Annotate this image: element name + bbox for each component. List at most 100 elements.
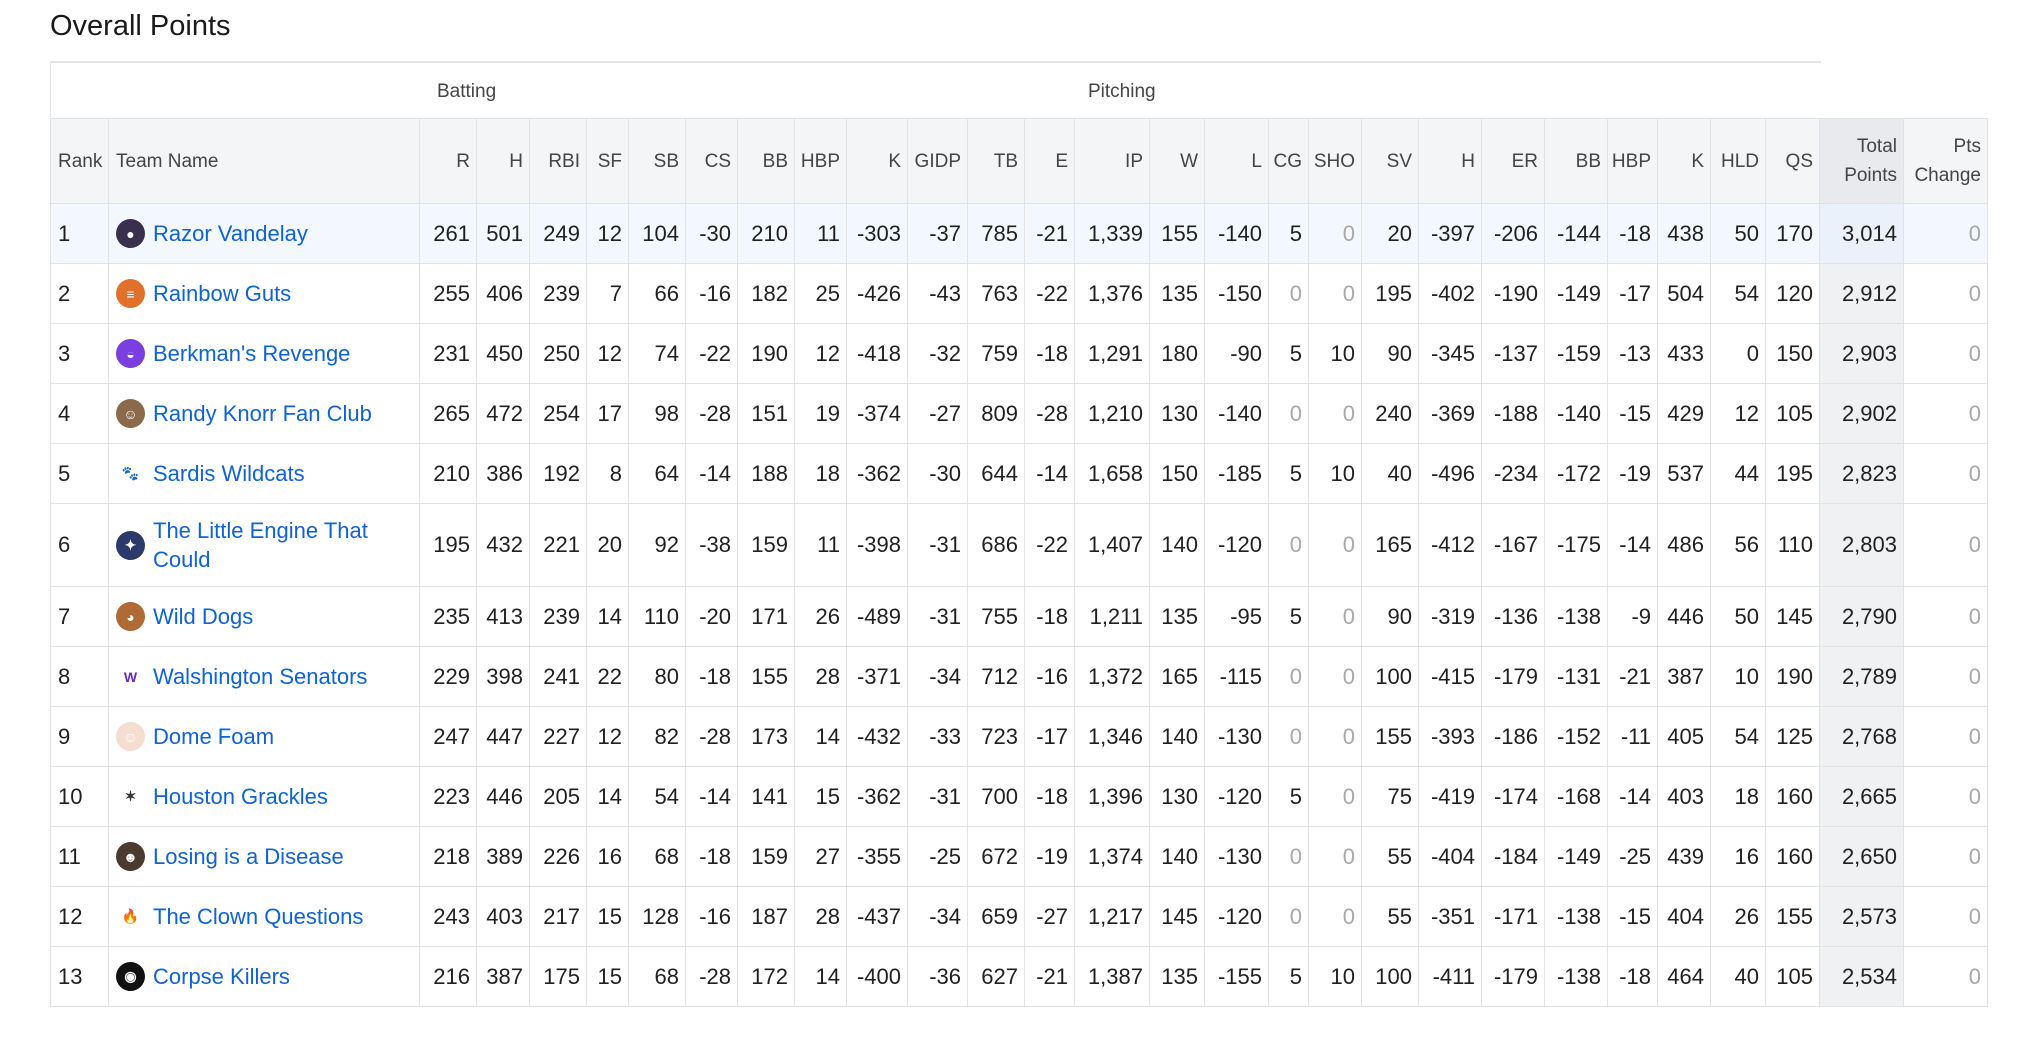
team-link[interactable]: The Clown Questions <box>153 902 363 931</box>
column-header-21[interactable]: ER <box>1481 118 1545 204</box>
stat-cell: -36 <box>907 946 968 1007</box>
stat-cell: -11 <box>1607 706 1658 767</box>
stat-cell: 20 <box>586 503 629 587</box>
column-header-17[interactable]: CG <box>1268 118 1309 204</box>
total-points-cell: 2,902 <box>1819 383 1904 444</box>
column-header-28[interactable]: Pts Change <box>1903 118 1988 204</box>
column-header-15[interactable]: W <box>1149 118 1205 204</box>
stat-cell: 627 <box>967 946 1025 1007</box>
column-header-16[interactable]: L <box>1204 118 1269 204</box>
column-header-10[interactable]: K <box>846 118 908 204</box>
stat-cell: 135 <box>1149 263 1205 324</box>
column-header-8[interactable]: BB <box>737 118 795 204</box>
stat-cell: 700 <box>967 766 1025 827</box>
group-label-batting: Batting <box>437 81 497 102</box>
column-header-6[interactable]: SB <box>628 118 686 204</box>
stat-cell: -398 <box>846 503 908 587</box>
stat-cell: -404 <box>1418 826 1482 887</box>
column-header-7[interactable]: CS <box>685 118 738 204</box>
stat-cell: 221 <box>529 503 587 587</box>
team-link[interactable]: Wild Dogs <box>153 602 253 631</box>
stat-cell: 44 <box>1710 443 1766 504</box>
stat-cell: 100 <box>1361 646 1419 707</box>
stat-cell: 1,346 <box>1074 706 1150 767</box>
team-link[interactable]: Sardis Wildcats <box>153 459 305 488</box>
team-name-cell: ≡ Rainbow Guts <box>108 263 420 324</box>
rank-cell: 3 <box>50 323 109 384</box>
stat-cell: 759 <box>967 323 1025 384</box>
table-row: 2 ≡ Rainbow Guts 255 406 239 7 66 -16 182 25 -426 -4… <box>50 263 1988 324</box>
stat-cell: -17 <box>1607 263 1658 324</box>
stat-cell: -18 <box>1607 203 1658 264</box>
stat-cell: 165 <box>1149 646 1205 707</box>
column-header-24[interactable]: K <box>1657 118 1711 204</box>
column-header-1[interactable]: Team Name <box>108 118 420 204</box>
team-link[interactable]: Rainbow Guts <box>153 279 291 308</box>
column-header-14[interactable]: IP <box>1074 118 1150 204</box>
team-link[interactable]: Houston Grackles <box>153 782 328 811</box>
column-header-19[interactable]: SV <box>1361 118 1419 204</box>
stat-cell: 0 <box>1308 586 1362 647</box>
stat-cell: -415 <box>1418 646 1482 707</box>
stat-cell: 501 <box>476 203 530 264</box>
column-header-18[interactable]: SHO <box>1308 118 1362 204</box>
column-header-13[interactable]: E <box>1024 118 1075 204</box>
stat-cell: 10 <box>1710 646 1766 707</box>
column-header-25[interactable]: HLD <box>1710 118 1766 204</box>
team-link[interactable]: Walshington Senators <box>153 662 367 691</box>
stat-cell: 1,374 <box>1074 826 1150 887</box>
team-link[interactable]: The Little Engine That Could <box>153 516 413 574</box>
column-header-0[interactable]: Rank <box>50 118 109 204</box>
team-link[interactable]: Losing is a Disease <box>153 842 344 871</box>
column-header-12[interactable]: TB <box>967 118 1025 204</box>
stat-cell: -28 <box>685 383 738 444</box>
stat-cell: 7 <box>586 263 629 324</box>
stat-cell: -155 <box>1204 946 1269 1007</box>
team-link[interactable]: Randy Knorr Fan Club <box>153 399 372 428</box>
column-header-4[interactable]: RBI <box>529 118 587 204</box>
team-link[interactable]: Razor Vandelay <box>153 219 308 248</box>
pts-change-cell: 0 <box>1903 946 1988 1007</box>
stat-cell: 250 <box>529 323 587 384</box>
column-header-9[interactable]: HBP <box>794 118 847 204</box>
stat-cell: -140 <box>1204 383 1269 444</box>
column-header-11[interactable]: GIDP <box>907 118 968 204</box>
stat-cell: 171 <box>737 586 795 647</box>
stat-cell: 712 <box>967 646 1025 707</box>
stat-cell: -18 <box>685 826 738 887</box>
column-header-22[interactable]: BB <box>1544 118 1608 204</box>
column-header-20[interactable]: H <box>1418 118 1482 204</box>
stat-cell: -374 <box>846 383 908 444</box>
column-header-2[interactable]: R <box>419 118 477 204</box>
stat-cell: -130 <box>1204 706 1269 767</box>
team-link[interactable]: Corpse Killers <box>153 962 290 991</box>
stat-cell: -28 <box>1024 383 1075 444</box>
team-link[interactable]: Berkman's Revenge <box>153 339 350 368</box>
stat-cell: 261 <box>419 203 477 264</box>
team-link[interactable]: Dome Foam <box>153 722 274 751</box>
stat-cell: 80 <box>628 646 686 707</box>
stat-cell: 0 <box>1268 503 1309 587</box>
pts-change-cell: 0 <box>1903 203 1988 264</box>
stat-cell: -138 <box>1544 886 1608 947</box>
column-header-27[interactable]: Total Points <box>1819 118 1904 204</box>
column-header-5[interactable]: SF <box>586 118 629 204</box>
stat-cell: -115 <box>1204 646 1269 707</box>
rank-cell: 2 <box>50 263 109 324</box>
stat-cell: 403 <box>476 886 530 947</box>
stat-cell: 1,211 <box>1074 586 1150 647</box>
team-name-cell: W Walshington Senators <box>108 646 420 707</box>
stat-cell: 28 <box>794 646 847 707</box>
stat-cell: 210 <box>419 443 477 504</box>
striped-ball-icon: ≡ <box>116 279 145 308</box>
stat-cell: 386 <box>476 443 530 504</box>
stat-cell: -172 <box>1544 443 1608 504</box>
column-header-26[interactable]: QS <box>1765 118 1820 204</box>
column-header-3[interactable]: H <box>476 118 530 204</box>
stat-cell: -27 <box>1024 886 1075 947</box>
stat-cell: 446 <box>476 766 530 827</box>
stat-cell: -18 <box>1024 323 1075 384</box>
stat-cell: -185 <box>1204 443 1269 504</box>
column-header-23[interactable]: HBP <box>1607 118 1658 204</box>
stat-cell: -137 <box>1481 323 1545 384</box>
